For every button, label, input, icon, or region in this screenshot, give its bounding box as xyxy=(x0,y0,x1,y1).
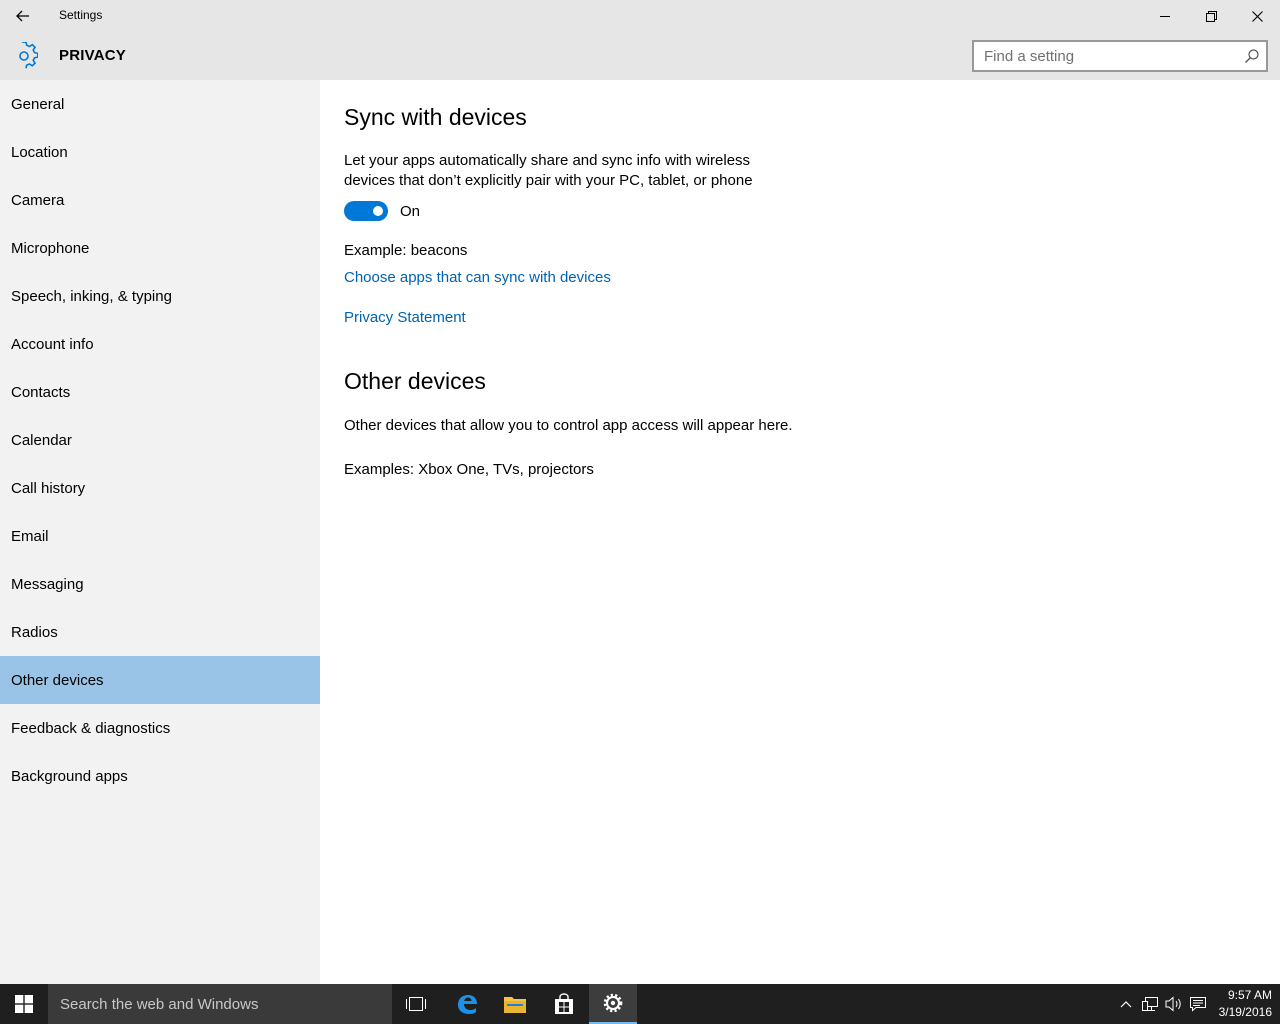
sidebar-item-location[interactable]: Location xyxy=(0,128,320,176)
window-title: Settings xyxy=(59,8,103,22)
volume-button[interactable] xyxy=(1164,994,1184,1014)
privacy-statement-link[interactable]: Privacy Statement xyxy=(344,309,466,326)
sidebar-item-contacts[interactable]: Contacts xyxy=(0,368,320,416)
clock-date: 3/19/2016 xyxy=(1218,1005,1272,1019)
taskbar-search-box[interactable] xyxy=(48,984,392,1024)
sidebar-item-background-apps[interactable]: Background apps xyxy=(0,752,320,800)
sidebar-item-radios[interactable]: Radios xyxy=(0,608,320,656)
edge-browser-icon xyxy=(458,995,477,1014)
notification-icon xyxy=(1190,997,1206,1012)
sync-description-line2: devices that don’t explicitly pair with … xyxy=(344,172,753,189)
sidebar-item-speech[interactable]: Speech, inking, & typing xyxy=(0,272,320,320)
sidebar-item-feedback[interactable]: Feedback & diagnostics xyxy=(0,704,320,752)
taskbar: 9:57 AM 3/19/2016 xyxy=(0,984,1280,1024)
task-view-icon xyxy=(406,997,426,1011)
sidebar-item-email[interactable]: Email xyxy=(0,512,320,560)
minimize-button[interactable] xyxy=(1142,0,1188,32)
example-text: Example: beacons xyxy=(344,242,468,259)
speaker-icon xyxy=(1165,996,1181,1012)
folder-icon xyxy=(504,997,526,1013)
sidebar-item-call-history[interactable]: Call history xyxy=(0,464,320,512)
other-devices-examples: Examples: Xbox One, TVs, projectors xyxy=(344,461,594,478)
windows-logo-icon xyxy=(15,995,33,1013)
toggle-knob xyxy=(373,206,383,216)
section-title: PRIVACY xyxy=(59,47,126,64)
title-bar: Settings xyxy=(0,0,1280,32)
network-button[interactable] xyxy=(1140,994,1160,1014)
store-button[interactable] xyxy=(540,984,588,1024)
restore-icon xyxy=(1205,10,1217,22)
sidebar-item-account-info[interactable]: Account info xyxy=(0,320,320,368)
sidebar-item-other-devices[interactable]: Other devices xyxy=(0,656,320,704)
sidebar-item-messaging[interactable]: Messaging xyxy=(0,560,320,608)
sync-toggle[interactable] xyxy=(344,201,388,221)
sync-heading: Sync with devices xyxy=(344,104,527,130)
close-icon xyxy=(1251,10,1263,22)
minimize-icon xyxy=(1160,16,1170,17)
store-bag-icon xyxy=(555,993,573,1014)
clock[interactable]: 9:57 AM 3/19/2016 xyxy=(1214,987,1272,1021)
find-setting-box[interactable] xyxy=(972,40,1268,72)
settings-taskbar-button[interactable] xyxy=(589,984,637,1024)
network-icon xyxy=(1142,997,1158,1011)
settings-header: PRIVACY xyxy=(0,32,1280,80)
sidebar-item-microphone[interactable]: Microphone xyxy=(0,224,320,272)
gear-icon xyxy=(19,42,38,69)
search-icon[interactable] xyxy=(1244,48,1260,64)
toggle-state-label: On xyxy=(400,203,421,220)
back-arrow-icon xyxy=(16,10,29,22)
other-devices-description: Other devices that allow you to control … xyxy=(344,417,793,434)
sidebar: General Location Camera Microphone Speec… xyxy=(0,80,320,984)
find-setting-input[interactable] xyxy=(974,42,1234,70)
choose-apps-link[interactable]: Choose apps that can sync with devices xyxy=(344,269,611,286)
restore-button[interactable] xyxy=(1188,0,1234,32)
edge-button[interactable] xyxy=(443,984,491,1024)
close-button[interactable] xyxy=(1234,0,1280,32)
chevron-up-icon xyxy=(1120,1001,1132,1008)
sync-description-line1: Let your apps automatically share and sy… xyxy=(344,152,751,169)
other-devices-heading: Other devices xyxy=(344,368,486,394)
action-center-button[interactable] xyxy=(1188,994,1208,1014)
clock-time: 9:57 AM xyxy=(1227,988,1272,1002)
taskbar-search-input[interactable] xyxy=(48,984,392,1024)
sidebar-item-calendar[interactable]: Calendar xyxy=(0,416,320,464)
sidebar-item-general[interactable]: General xyxy=(0,80,320,128)
start-button[interactable] xyxy=(0,984,48,1024)
sidebar-item-camera[interactable]: Camera xyxy=(0,176,320,224)
content-pane: Sync with devices Let your apps automati… xyxy=(320,80,1280,984)
task-view-button[interactable] xyxy=(392,984,440,1024)
file-explorer-button[interactable] xyxy=(491,984,539,1024)
back-button[interactable] xyxy=(0,0,46,32)
settings-gear-icon xyxy=(603,993,623,1013)
show-hidden-icons-button[interactable] xyxy=(1116,994,1136,1014)
